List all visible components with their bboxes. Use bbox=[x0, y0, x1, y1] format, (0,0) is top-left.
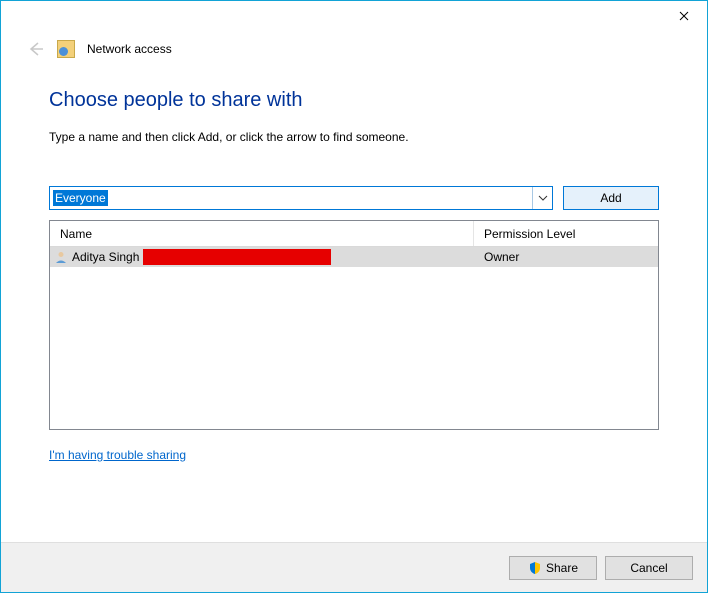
close-icon bbox=[679, 11, 689, 21]
user-icon bbox=[54, 250, 68, 264]
combo-selected-value: Everyone bbox=[53, 191, 532, 205]
column-header-name[interactable]: Name bbox=[50, 221, 474, 246]
table-row[interactable]: Aditya Singh Owner bbox=[50, 247, 658, 267]
back-button[interactable] bbox=[25, 39, 45, 59]
window-title: Network access bbox=[87, 42, 172, 56]
close-button[interactable] bbox=[661, 1, 707, 31]
trouble-sharing-link[interactable]: I'm having trouble sharing bbox=[49, 448, 186, 462]
combo-dropdown-button[interactable] bbox=[532, 187, 552, 209]
shield-icon bbox=[528, 561, 542, 575]
share-button[interactable]: Share bbox=[509, 556, 597, 580]
page-heading: Choose people to share with bbox=[49, 89, 659, 112]
dialog-window: Network access Choose people to share wi… bbox=[0, 0, 708, 593]
redacted-block bbox=[143, 249, 331, 265]
row-name-text: Aditya Singh bbox=[72, 250, 139, 264]
content-area: Choose people to share with Type a name … bbox=[1, 59, 707, 542]
add-button[interactable]: Add bbox=[563, 186, 659, 210]
table-header: Name Permission Level bbox=[50, 221, 658, 247]
input-row: Everyone Add bbox=[49, 186, 659, 210]
dialog-footer: Share Cancel bbox=[1, 542, 707, 592]
cell-permission: Owner bbox=[474, 250, 658, 264]
titlebar bbox=[1, 1, 707, 33]
back-arrow-icon bbox=[26, 40, 44, 58]
cell-name: Aditya Singh bbox=[50, 249, 474, 265]
header-row: Network access bbox=[1, 33, 707, 59]
instruction-text: Type a name and then click Add, or click… bbox=[49, 130, 659, 144]
chevron-down-icon bbox=[538, 195, 548, 201]
share-button-label: Share bbox=[546, 561, 578, 575]
people-table: Name Permission Level Aditya Singh Owner bbox=[49, 220, 659, 430]
cancel-button[interactable]: Cancel bbox=[605, 556, 693, 580]
people-combobox[interactable]: Everyone bbox=[49, 186, 553, 210]
column-header-permission[interactable]: Permission Level bbox=[474, 221, 658, 246]
network-access-icon bbox=[57, 40, 75, 58]
